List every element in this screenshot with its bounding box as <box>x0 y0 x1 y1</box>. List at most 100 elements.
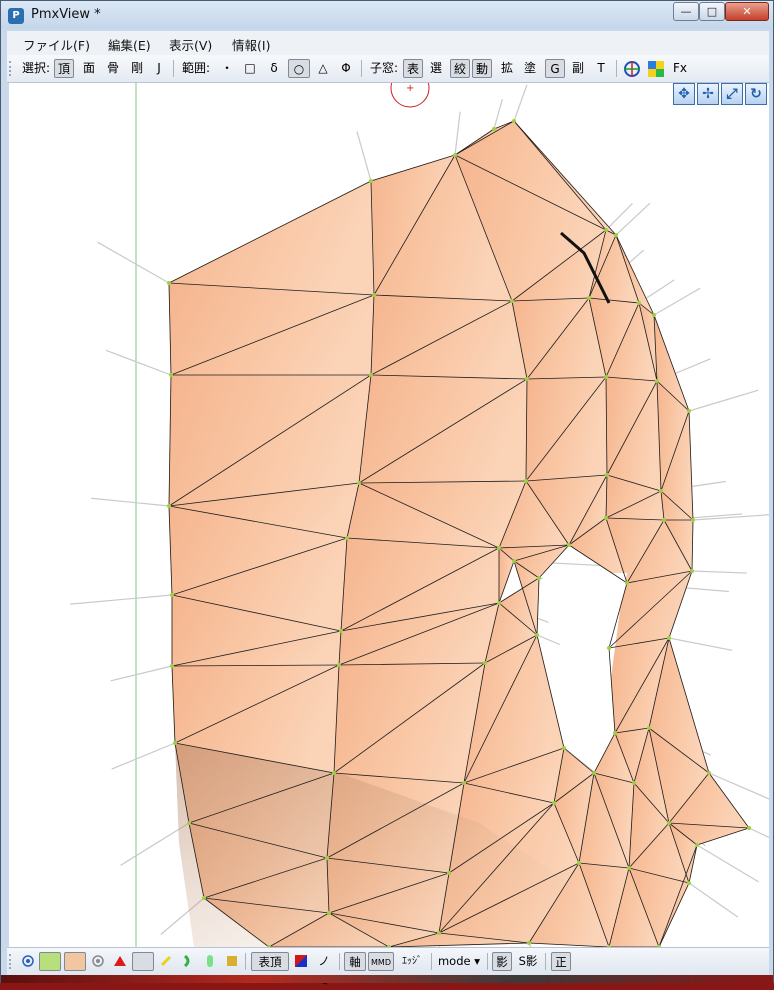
menu-view[interactable]: 表示(V) <box>169 35 212 54</box>
mesh-vertex[interactable] <box>369 373 373 377</box>
mesh-vertex[interactable] <box>687 409 691 413</box>
range-square-button[interactable]: □ <box>241 59 259 78</box>
mesh-vertex[interactable] <box>357 481 361 485</box>
mesh-vertex[interactable] <box>535 633 539 637</box>
mesh-vertex[interactable] <box>202 896 206 900</box>
mesh-vertex[interactable] <box>510 299 514 303</box>
axis-button[interactable]: 軸 <box>344 952 366 971</box>
mesh-vertex[interactable] <box>492 127 496 131</box>
crosshair-icon[interactable] <box>623 60 641 78</box>
mesh-vertex[interactable] <box>605 473 609 477</box>
mesh-vertex[interactable] <box>562 746 566 750</box>
mesh-vertex[interactable] <box>637 301 641 305</box>
mesh-vertex[interactable] <box>667 821 671 825</box>
menu-info[interactable]: 情報(I) <box>232 35 270 54</box>
mesh-vertex[interactable] <box>170 593 174 597</box>
mesh-vertex[interactable] <box>525 377 529 381</box>
mesh-vertex[interactable] <box>187 821 191 825</box>
mesh-vertex[interactable] <box>497 601 501 605</box>
mesh-vertex[interactable] <box>462 781 466 785</box>
mesh-vertex[interactable] <box>607 646 611 650</box>
red-triangle-icon[interactable] <box>113 954 127 968</box>
mesh-vertex[interactable] <box>453 153 457 157</box>
maximize-button[interactable]: □ <box>699 2 725 21</box>
child-move-button[interactable]: 動 <box>472 59 492 78</box>
mesh-vertex[interactable] <box>437 931 441 935</box>
mesh-vertex[interactable] <box>332 771 336 775</box>
mesh-vertex[interactable] <box>483 661 487 665</box>
green-link-icon[interactable] <box>181 954 195 968</box>
mmd-button[interactable]: MMD <box>368 952 394 971</box>
minimize-button[interactable]: — <box>673 2 699 21</box>
mesh-vertex[interactable] <box>345 536 349 540</box>
green-capsule-icon[interactable] <box>203 954 217 968</box>
mesh-vertex[interactable] <box>369 179 373 183</box>
3d-viewport[interactable]: + ✥ ✢ ⤢ ↻ <box>9 83 769 947</box>
child-sub-button[interactable]: 副 <box>569 59 587 78</box>
mesh-vertex[interactable] <box>659 489 663 493</box>
mesh-vertex[interactable] <box>587 296 591 300</box>
mesh-vertex[interactable] <box>627 866 631 870</box>
color-swatch-icon[interactable] <box>294 954 308 968</box>
vertex-display-toggle[interactable] <box>39 952 61 971</box>
nomi-button[interactable]: ノミ <box>313 952 335 987</box>
s-shadow-button[interactable]: S影 <box>515 952 541 971</box>
range-circle-button[interactable]: ○ <box>288 59 310 78</box>
zoom-icon[interactable]: ⤢ <box>721 83 743 105</box>
mesh-vertex[interactable] <box>667 636 671 640</box>
mesh-vertex[interactable] <box>707 771 711 775</box>
pan-icon[interactable]: ✥ <box>673 83 695 105</box>
mesh-vertex[interactable] <box>691 518 695 522</box>
mesh-vertex[interactable] <box>170 664 174 668</box>
mesh-vertex[interactable] <box>169 373 173 377</box>
mesh-vertex[interactable] <box>577 861 581 865</box>
mesh-vertex[interactable] <box>592 771 596 775</box>
title-bar[interactable]: P PmxView * — □ ✕ <box>1 1 773 29</box>
vertex-point-icon[interactable] <box>21 954 35 968</box>
mesh-vertex[interactable] <box>325 856 329 860</box>
select-joint-button[interactable]: J <box>152 59 166 78</box>
mode-dropdown[interactable]: mode ▾ <box>435 952 483 971</box>
mesh-vertex[interactable] <box>662 518 666 522</box>
mesh-vertex[interactable] <box>167 281 171 285</box>
mesh-vertex[interactable] <box>327 911 331 915</box>
menu-file[interactable]: ファイル(F) <box>23 35 90 54</box>
mesh-vertex[interactable] <box>337 663 341 667</box>
mesh-vertex[interactable] <box>552 801 556 805</box>
mesh-vertex[interactable] <box>527 941 531 945</box>
child-narrow-button[interactable]: 絞 <box>450 59 470 78</box>
mesh-vertex[interactable] <box>604 375 608 379</box>
mesh-vertex[interactable] <box>655 379 659 383</box>
range-triangle-button[interactable]: △ <box>314 59 332 78</box>
mesh-vertex[interactable] <box>537 576 541 580</box>
child-g-button[interactable]: G <box>545 59 565 78</box>
mesh-vertex[interactable] <box>652 313 656 317</box>
toolbar-grip[interactable] <box>9 61 13 76</box>
mesh-vertex[interactable] <box>695 843 699 847</box>
mesh-vertex[interactable] <box>604 516 608 520</box>
mesh-vertex[interactable] <box>613 731 617 735</box>
select-vertex-button[interactable]: 頂 <box>54 59 74 78</box>
edge-button[interactable]: ｴｯｼﾞ <box>397 952 427 971</box>
mesh-vertex[interactable] <box>447 871 451 875</box>
weight-dot-icon[interactable] <box>91 954 105 968</box>
fx-button[interactable]: Fx <box>671 59 689 78</box>
grid-color-icon[interactable] <box>647 60 665 78</box>
mesh-vertex[interactable] <box>524 479 528 483</box>
rotate-icon[interactable]: ↻ <box>745 83 767 105</box>
range-dot-button[interactable]: ・ <box>219 59 235 78</box>
close-button[interactable]: ✕ <box>725 2 769 21</box>
menu-edit[interactable]: 編集(E) <box>108 35 151 54</box>
mesh-vertex[interactable] <box>632 781 636 785</box>
mesh-vertex[interactable] <box>690 569 694 573</box>
correct-button[interactable]: 正 <box>551 952 571 971</box>
mesh-vertex[interactable] <box>339 629 343 633</box>
mesh-vertex[interactable] <box>647 726 651 730</box>
hatch-toggle[interactable] <box>132 952 154 971</box>
mesh-vertex[interactable] <box>512 119 516 123</box>
mesh-vertex[interactable] <box>625 581 629 585</box>
child-paint-button[interactable]: 塗 <box>521 59 539 78</box>
face-display-toggle[interactable] <box>64 952 86 971</box>
mesh-vertex[interactable] <box>497 546 501 550</box>
mesh-canvas[interactable]: + <box>9 83 769 947</box>
